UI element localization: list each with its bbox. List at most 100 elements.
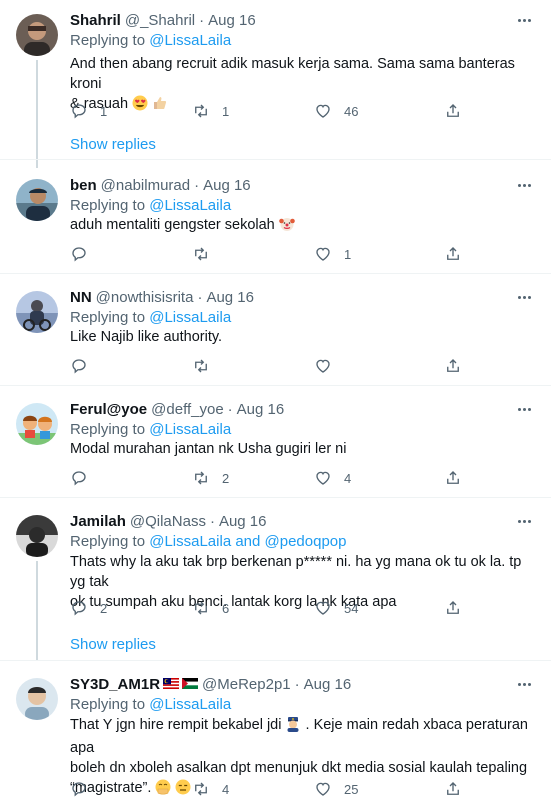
reply-button[interactable]: 1 (70, 102, 107, 120)
user-handle[interactable]: @deff_yoe (151, 401, 224, 418)
tweet-header: SY3D_AM1R @MeRep2p1 · Aug 16 (70, 674, 351, 694)
more-options-icon[interactable] (518, 12, 531, 28)
retweet-icon (195, 247, 207, 261)
share-button[interactable] (444, 102, 462, 120)
retweet-button[interactable] (192, 357, 222, 375)
share-button[interactable] (444, 357, 462, 375)
retweet-button[interactable]: 6 (192, 599, 229, 617)
retweet-button[interactable] (192, 245, 222, 263)
replying-to-link[interactable]: @LissaLaila (149, 696, 231, 713)
retweet-icon (195, 471, 207, 485)
tweet-date[interactable]: Aug 16 (304, 676, 352, 693)
share-button[interactable] (444, 469, 462, 487)
separator-dot: · (209, 512, 215, 530)
tweet-actions: 1 (70, 245, 470, 265)
like-count: 4 (344, 470, 352, 486)
tweet-actions: 1 1 46 (70, 102, 470, 122)
replying-to-link[interactable]: @LissaLaila and @pedoqpop (149, 533, 346, 550)
tweet-reply[interactable]: Jamilah @QilaNass · Aug 16 Replying to @… (0, 511, 551, 661)
reply-button[interactable]: 2 (70, 599, 107, 617)
tweet-date[interactable]: Aug 16 (203, 177, 251, 194)
display-name[interactable]: ben (70, 177, 97, 194)
avatar[interactable] (16, 291, 58, 333)
share-button[interactable] (444, 245, 462, 263)
replying-label: Replying to (70, 309, 146, 326)
replying-to-link[interactable]: @LissaLaila (149, 197, 231, 214)
share-icon (447, 359, 459, 372)
retweet-button[interactable]: 1 (192, 102, 229, 120)
replying-label: Replying to (70, 696, 146, 713)
retweet-count: 6 (222, 600, 230, 616)
tweet-actions (70, 357, 470, 377)
like-button[interactable]: 46 (314, 102, 358, 120)
tweet-reply[interactable]: SY3D_AM1R @MeRep2p1 · Aug 16 Replying to… (0, 674, 551, 800)
reply-button[interactable] (70, 469, 100, 487)
replying-to-link[interactable]: @LissaLaila (149, 421, 231, 438)
tweet-date[interactable]: Aug 16 (237, 401, 285, 418)
like-button[interactable]: 54 (314, 599, 358, 617)
reply-button[interactable] (70, 245, 100, 263)
like-count: 1 (344, 246, 352, 262)
retweet-count: 2 (222, 470, 230, 486)
divider (0, 497, 551, 498)
like-count: 46 (344, 103, 359, 119)
display-name[interactable]: Jamilah (70, 513, 126, 530)
like-button[interactable]: 25 (314, 780, 358, 798)
tweet-reply[interactable]: Ferul@yoe @deff_yoe · Aug 16 Replying to… (0, 399, 551, 497)
replying-label: Replying to (70, 197, 146, 214)
tweet-text: Like Najib like authority. (70, 327, 530, 347)
more-options-icon[interactable] (518, 289, 531, 305)
tweet-reply[interactable]: NN @nowthisisrita · Aug 16 Replying to @… (0, 287, 551, 385)
avatar[interactable] (16, 515, 58, 557)
user-handle[interactable]: @QilaNass (130, 513, 206, 530)
tweet-reply[interactable]: ben @nabilmurad · Aug 16 Replying to @Li… (0, 175, 551, 273)
share-icon (447, 601, 459, 614)
like-button[interactable] (314, 357, 344, 375)
heart-icon (316, 471, 330, 485)
display-name[interactable]: NN (70, 289, 92, 306)
like-button[interactable]: 4 (314, 469, 351, 487)
tweet-text: Modal murahan jantan nk Usha gugiri ler … (70, 439, 530, 459)
retweet-button[interactable]: 2 (192, 469, 229, 487)
more-options-icon[interactable] (518, 676, 531, 692)
display-name[interactable]: SY3D_AM1R (70, 676, 160, 693)
reply-button[interactable] (70, 780, 100, 798)
tweet-header: Ferul@yoe @deff_yoe · Aug 16 (70, 399, 284, 419)
avatar[interactable] (16, 403, 58, 445)
show-replies-link[interactable]: Show replies (70, 136, 156, 153)
replying-to: Replying to @LissaLaila (70, 309, 231, 326)
tweet-date[interactable]: Aug 16 (208, 12, 256, 29)
display-name[interactable]: Shahril (70, 12, 121, 29)
tweet-text-line: Thats why la aku tak brp berkenan p*****… (70, 554, 522, 590)
tweet-date[interactable]: Aug 16 (219, 513, 267, 530)
user-handle[interactable]: @_Shahril (125, 12, 195, 29)
replying-to-link[interactable]: @LissaLaila (149, 309, 231, 326)
avatar[interactable] (16, 678, 58, 720)
more-options-icon[interactable] (518, 513, 531, 529)
retweet-button[interactable]: 4 (192, 780, 229, 798)
tweet-reply[interactable]: Shahril @_Shahril · Aug 16 Replying to @… (0, 10, 551, 168)
like-button[interactable]: 1 (314, 245, 351, 263)
avatar[interactable] (16, 14, 58, 56)
user-handle[interactable]: @nabilmurad (101, 177, 190, 194)
share-button[interactable] (444, 780, 462, 798)
share-button[interactable] (444, 599, 462, 617)
reply-button[interactable] (70, 357, 100, 375)
more-options-icon[interactable] (518, 177, 531, 193)
malaysia-flag-icon (163, 676, 180, 693)
tweet-header: NN @nowthisisrita · Aug 16 (70, 287, 254, 307)
user-handle[interactable]: @MeRep2p1 (202, 676, 291, 693)
avatar[interactable] (16, 179, 58, 221)
replying-label: Replying to (70, 421, 146, 438)
display-name[interactable]: Ferul@yoe (70, 401, 147, 418)
tweet-text-line: Like Najib like authority. (70, 329, 223, 345)
replying-to-link[interactable]: @LissaLaila (149, 32, 231, 49)
heart-icon (316, 104, 330, 118)
show-replies-link[interactable]: Show replies (70, 636, 156, 653)
tweet-date[interactable]: Aug 16 (206, 289, 254, 306)
retweet-count: 1 (222, 103, 230, 119)
retweet-icon (195, 782, 207, 796)
user-handle[interactable]: @nowthisisrita (96, 289, 194, 306)
reply-icon (72, 359, 86, 374)
more-options-icon[interactable] (518, 401, 531, 417)
